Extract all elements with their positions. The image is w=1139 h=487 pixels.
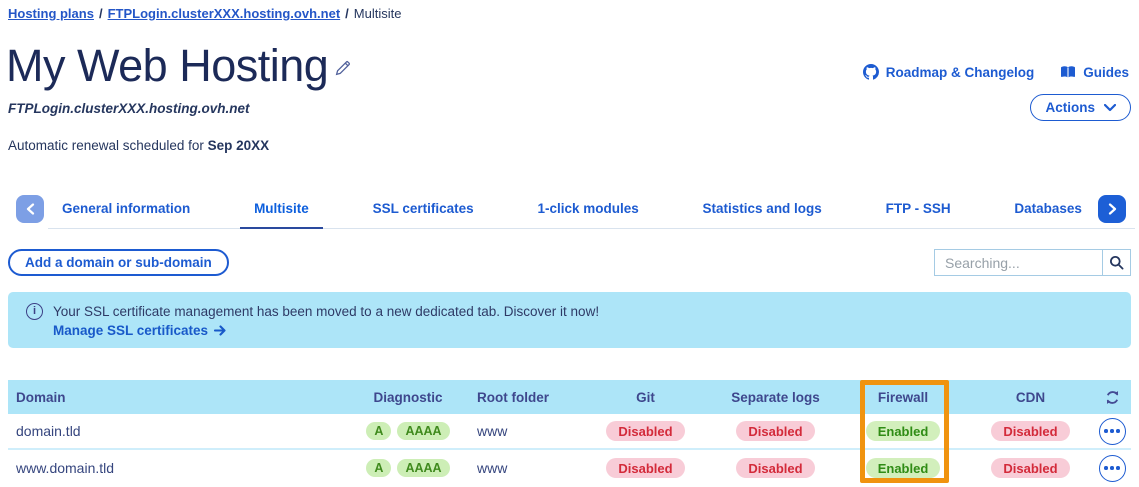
column-header-cdn: CDN [968,390,1093,405]
diagnostic-cell: A AAAA [353,459,463,477]
table-row: www.domain.tld A AAAA www Disabled Disab… [8,450,1131,486]
column-header-git: Git [578,390,713,405]
firewall-status-badge: Enabled [866,458,941,478]
breadcrumb-separator: / [345,6,349,21]
search-icon [1109,255,1124,270]
renewal-date: Sep 20XX [208,138,270,153]
guides-link[interactable]: Guides [1060,65,1129,80]
chevron-down-icon [1104,104,1116,112]
tab-bar: General information Multisite SSL certif… [0,192,1139,229]
cdn-status-badge: Disabled [991,458,1069,478]
breadcrumb: Hosting plans / FTPLogin.clusterXXX.hostin… [8,6,401,21]
tab-ftp-ssh[interactable]: FTP - SSH [872,192,965,229]
edit-title-button[interactable] [334,58,353,82]
search-box [934,249,1131,276]
ssl-info-banner: i Your SSL certificate management has be… [8,292,1131,348]
column-header-root-folder: Root folder [463,390,578,405]
separate-logs-status-badge: Disabled [736,421,814,441]
domain-cell: www.domain.tld [8,460,353,476]
table-header-row: Domain Diagnostic Root folder Git Separa… [8,380,1131,414]
manage-ssl-label: Manage SSL certificates [53,323,208,338]
roadmap-changelog-link[interactable]: Roadmap & Changelog [863,64,1035,80]
cdn-status-badge: Disabled [991,421,1069,441]
page-title: My Web Hosting [6,40,328,92]
tab-ssl-certificates[interactable]: SSL certificates [359,192,488,229]
search-input[interactable] [935,250,1102,275]
banner-message: Your SSL certificate management has been… [53,304,599,319]
actions-button[interactable]: Actions [1030,94,1131,121]
table-row: domain.tld A AAAA www Disabled Disabled … [8,414,1131,450]
tab-list: General information Multisite SSL certif… [48,192,1096,229]
breadcrumb-separator: / [99,6,103,21]
github-icon [863,64,879,80]
domains-table: Domain Diagnostic Root folder Git Separa… [0,380,1139,486]
arrow-right-icon [214,325,227,336]
git-status-badge: Disabled [606,421,684,441]
manage-ssl-certificates-link[interactable]: Manage SSL certificates [53,323,227,338]
column-header-domain: Domain [8,390,353,405]
info-icon: i [26,303,43,320]
breadcrumb-hosting-plans[interactable]: Hosting plans [8,6,94,21]
tab-databases[interactable]: Databases [1000,192,1096,229]
firewall-status-badge: Enabled [866,421,941,441]
pencil-icon [334,58,353,77]
dns-aaaa-badge: AAAA [397,422,449,440]
column-header-firewall: Firewall [838,390,968,405]
service-name: FTPLogin.clusterXXX.hosting.ovh.net [8,101,250,116]
tab-general-information[interactable]: General information [48,192,204,229]
breadcrumb-service[interactable]: FTPLogin.clusterXXX.hosting.ovh.net [108,6,341,21]
row-actions-button[interactable] [1099,455,1126,482]
refresh-button[interactable] [1105,390,1120,405]
dns-a-badge: A [366,459,391,477]
separate-logs-status-badge: Disabled [736,458,814,478]
chevron-right-icon [1108,203,1117,215]
ellipsis-icon [1104,466,1108,470]
diagnostic-cell: A AAAA [353,422,463,440]
breadcrumb-current: Multisite [354,6,402,21]
tabs-scroll-left-button[interactable] [16,195,44,223]
tab-multisite[interactable]: Multisite [240,192,323,229]
domain-cell: domain.tld [8,423,353,439]
renewal-text: Automatic renewal scheduled for [8,138,204,153]
renewal-info: Automatic renewal scheduled for Sep 20XX [8,138,269,153]
roadmap-changelog-label: Roadmap & Changelog [886,65,1035,80]
ellipsis-icon [1104,429,1108,433]
book-icon [1060,65,1076,79]
add-domain-button[interactable]: Add a domain or sub-domain [8,249,229,276]
tabs-scroll-right-button[interactable] [1098,195,1126,223]
dns-a-badge: A [366,422,391,440]
root-folder-cell: www [463,423,578,439]
actions-label: Actions [1045,100,1095,115]
tab-statistics-and-logs[interactable]: Statistics and logs [689,192,836,229]
chevron-left-icon [26,203,35,215]
refresh-icon [1105,390,1120,405]
root-folder-cell: www [463,460,578,476]
row-actions-button[interactable] [1099,418,1126,445]
tab-1-click-modules[interactable]: 1-click modules [523,192,652,229]
header-links: Roadmap & Changelog Guides [863,64,1129,80]
git-status-badge: Disabled [606,458,684,478]
column-header-separate-logs: Separate logs [713,390,838,405]
search-button[interactable] [1102,250,1130,275]
dns-aaaa-badge: AAAA [397,459,449,477]
guides-label: Guides [1083,65,1129,80]
column-header-diagnostic: Diagnostic [353,390,463,405]
